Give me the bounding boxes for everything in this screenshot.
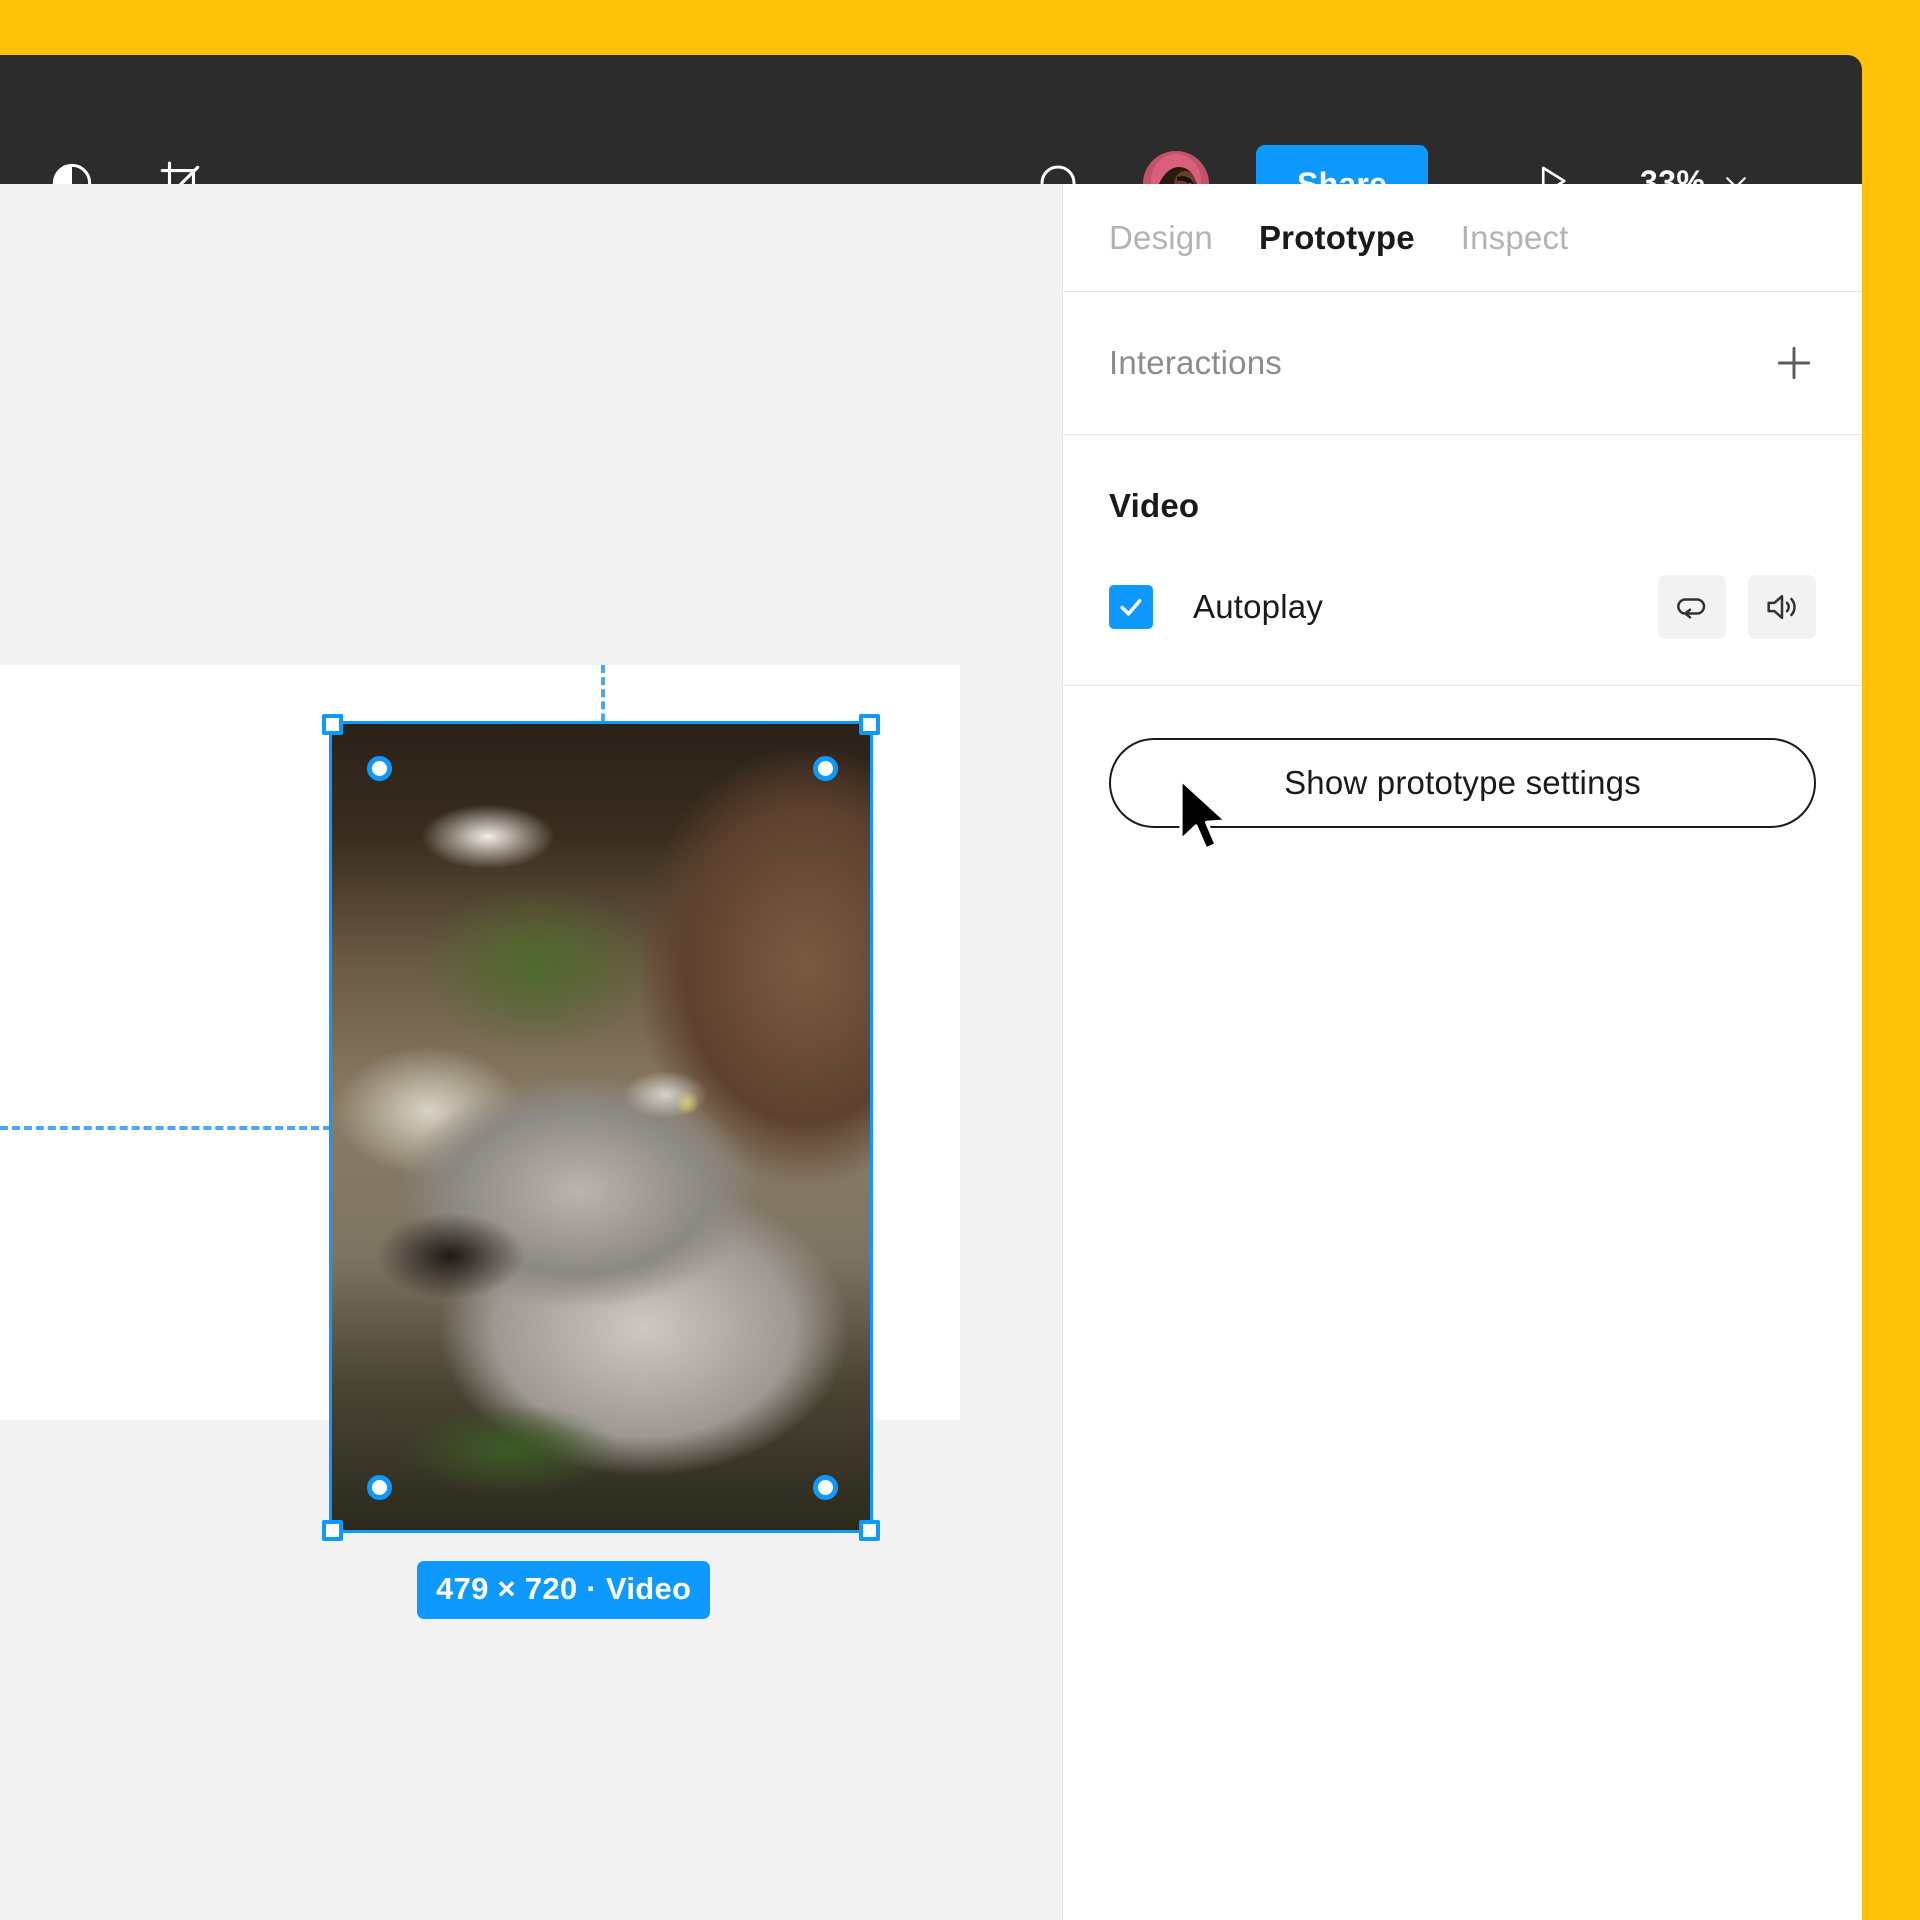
check-icon: [1120, 599, 1142, 616]
video-section: Video Autoplay: [1063, 435, 1862, 686]
tab-design[interactable]: Design: [1109, 219, 1213, 257]
top-toolbar: Share 33%: [0, 55, 1862, 223]
resize-handle-top-left[interactable]: [322, 714, 343, 735]
volume-button[interactable]: [1748, 575, 1816, 639]
autoplay-checkbox[interactable]: [1109, 585, 1153, 629]
show-prototype-settings-button[interactable]: Show prototype settings: [1109, 738, 1816, 828]
interactions-section: Interactions: [1063, 292, 1862, 435]
add-interaction-button[interactable]: [1766, 335, 1822, 391]
video-option-buttons: [1658, 575, 1816, 639]
loop-button[interactable]: [1658, 575, 1726, 639]
tab-prototype[interactable]: Prototype: [1259, 219, 1415, 257]
crop-handle-bottom-right[interactable]: [813, 1475, 838, 1500]
volume-icon: [1767, 594, 1796, 620]
koala-video-thumbnail: [332, 724, 870, 1530]
crop-handle-top-left[interactable]: [367, 756, 392, 781]
resize-handle-bottom-right[interactable]: [859, 1520, 880, 1541]
prototype-settings-wrap: Show prototype settings: [1063, 686, 1862, 880]
autoplay-label: Autoplay: [1193, 588, 1324, 625]
resize-handle-bottom-left[interactable]: [322, 1520, 343, 1541]
crop-handle-bottom-left[interactable]: [367, 1475, 392, 1500]
selected-video-node[interactable]: [329, 721, 873, 1533]
resize-handle-top-right[interactable]: [859, 714, 880, 735]
video-section-title: Video: [1109, 487, 1200, 524]
screen-root: Share 33%: [0, 0, 1920, 1920]
tab-inspect[interactable]: Inspect: [1461, 219, 1569, 257]
design-canvas[interactable]: 479 × 720 · Video: [0, 184, 1062, 1920]
selection-size-badge: 479 × 720 · Video: [417, 1561, 711, 1619]
plus-icon: [1777, 346, 1811, 380]
alignment-guide-horizontal: [0, 1126, 331, 1130]
panel-tabs: Design Prototype Inspect: [1063, 184, 1862, 292]
crop-handle-top-right[interactable]: [813, 756, 838, 781]
right-properties-panel: Design Prototype Inspect Interactions Vi…: [1062, 184, 1862, 1920]
loop-icon: [1677, 598, 1706, 619]
autoplay-row: Autoplay: [1109, 575, 1816, 639]
figma-window: Share 33%: [0, 55, 1862, 1920]
interactions-label: Interactions: [1109, 344, 1282, 381]
